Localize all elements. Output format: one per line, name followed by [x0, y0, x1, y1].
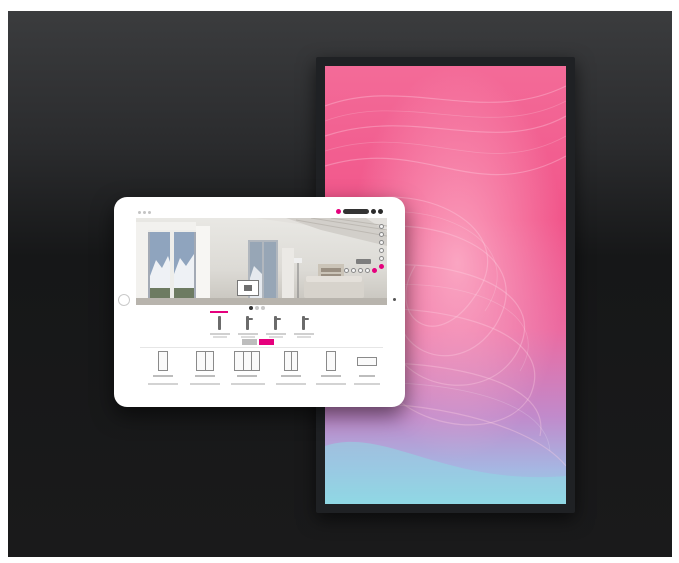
handle-selector	[208, 311, 318, 341]
circle-icon[interactable]	[379, 224, 384, 229]
carousel-dot[interactable]	[255, 306, 259, 310]
circle-icon[interactable]	[365, 268, 370, 273]
horizontal-window-icon	[357, 357, 377, 366]
toggle-option-a[interactable]	[242, 339, 257, 345]
double-door-icon	[284, 351, 298, 371]
circle-icon[interactable]	[379, 240, 384, 245]
living-room-image	[136, 218, 387, 305]
window-option-horizontal[interactable]	[350, 351, 384, 396]
circle-icon[interactable]	[379, 232, 384, 237]
window-option-double[interactable]	[188, 351, 222, 396]
circle-icon[interactable]	[358, 268, 363, 273]
room-controls	[344, 268, 377, 273]
handle-option[interactable]	[236, 311, 260, 341]
product-hotspot[interactable]	[237, 280, 259, 296]
tablet-device	[114, 197, 405, 407]
home-button[interactable]	[118, 294, 130, 306]
single-window-icon	[158, 351, 168, 371]
divider	[140, 347, 383, 348]
circle-icon[interactable]	[379, 264, 384, 269]
circle-icon[interactable]	[379, 256, 384, 261]
segmented-toggle	[242, 339, 274, 345]
room-preview[interactable]	[136, 218, 387, 305]
handle-option[interactable]	[264, 311, 288, 341]
handle-option[interactable]	[292, 311, 316, 341]
triple-window-icon	[234, 351, 260, 371]
selection-indicator	[210, 311, 228, 313]
room-tag	[356, 259, 371, 264]
round-button-icon[interactable]	[371, 209, 376, 214]
camera-icon	[393, 298, 396, 301]
product-showcase	[8, 11, 672, 557]
window-option-double-door[interactable]	[274, 351, 308, 396]
round-button-icon[interactable]	[378, 209, 383, 214]
window-type-list	[136, 351, 387, 396]
pink-circle-icon[interactable]	[372, 268, 377, 273]
view-options	[379, 224, 384, 269]
circle-icon[interactable]	[379, 248, 384, 253]
handle-icon	[218, 316, 221, 330]
window-option-triple[interactable]	[228, 351, 268, 396]
dots-icon	[138, 211, 151, 214]
carousel-dots	[249, 306, 265, 310]
carousel-dot[interactable]	[261, 306, 265, 310]
window-option-single[interactable]	[146, 351, 180, 396]
configurator-app	[136, 208, 387, 396]
handle-option[interactable]	[208, 311, 232, 341]
pink-dot-icon[interactable]	[336, 209, 341, 214]
toggle-option-b[interactable]	[259, 339, 274, 345]
carousel-dot[interactable]	[249, 306, 253, 310]
circle-icon[interactable]	[344, 268, 349, 273]
toolbar-pill[interactable]	[343, 209, 369, 214]
window-option-single-door[interactable]	[314, 351, 348, 396]
status-bar	[136, 208, 387, 218]
single-door-icon	[326, 351, 336, 371]
double-window-icon	[196, 351, 214, 371]
top-toolbar	[336, 209, 383, 214]
circle-icon[interactable]	[351, 268, 356, 273]
